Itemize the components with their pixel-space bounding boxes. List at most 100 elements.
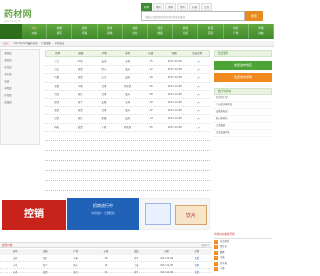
category-item[interactable]: · 皮类 bbox=[1, 78, 39, 85]
nav-group[interactable]: 供求 资讯 bbox=[47, 24, 73, 39]
trend-chart-icon[interactable]: ↗ bbox=[186, 74, 210, 81]
table-row[interactable]: 白芷 统货 四川 亳州 12 2017-12-08 ↗ bbox=[45, 66, 210, 75]
nav-link[interactable]: 价格 bbox=[32, 32, 37, 36]
nav-link[interactable]: 分析 bbox=[183, 32, 188, 36]
category-item[interactable]: · 根茎类 bbox=[1, 50, 39, 57]
cell-name[interactable]: 黄芪 bbox=[45, 107, 69, 114]
trend-chart-icon[interactable]: ↗ bbox=[186, 115, 210, 122]
notice-link[interactable]: 行情通知 bbox=[41, 42, 51, 45]
cell-name[interactable]: 当归 bbox=[45, 91, 69, 98]
search-tab[interactable]: 资讯 bbox=[177, 3, 189, 11]
cell-name[interactable]: 枸杞 bbox=[45, 124, 69, 131]
list-item[interactable]: 河北安国药业 bbox=[214, 130, 272, 137]
table-row[interactable]: 当归 统片 甘肃 亳州 68 2017-12-08 ↗ bbox=[45, 91, 210, 99]
nav-link[interactable]: 资讯 bbox=[57, 32, 62, 36]
nav-group[interactable]: 药市 基地 bbox=[98, 24, 123, 39]
rank-badge: 1 bbox=[214, 240, 218, 244]
table-row[interactable]: 山药 统片 河南 28 持平 2017-12-08 查看 bbox=[0, 255, 212, 262]
publish-demand-button[interactable]: 免费发布求购 bbox=[214, 73, 272, 82]
cell-name[interactable]: 白术 bbox=[0, 269, 30, 274]
cell-name[interactable]: 山药 bbox=[0, 255, 30, 261]
table-row[interactable]: 党参 中条 甘肃 荷花池 56 2017-12-08 ↗ bbox=[45, 83, 210, 91]
column-header: 产地 bbox=[101, 52, 107, 55]
trend-chart-icon[interactable]: ↗ bbox=[186, 124, 210, 131]
cell-name[interactable]: 党参 bbox=[45, 83, 69, 90]
trend-chart-icon[interactable]: ↗ bbox=[186, 66, 210, 73]
cell-name[interactable]: 三七 bbox=[45, 58, 69, 65]
nav-link[interactable]: 基地 bbox=[107, 32, 112, 36]
cell-name[interactable]: 丹参 bbox=[45, 74, 69, 81]
publish-supply-button[interactable]: 免费发布供应 bbox=[214, 61, 272, 70]
nav-link[interactable]: 健康 bbox=[158, 32, 163, 36]
nav-group[interactable]: 市场 动态 bbox=[249, 24, 275, 39]
cell-spec: 统货 bbox=[77, 125, 83, 129]
trend-chart-icon[interactable]: ↗ bbox=[186, 99, 210, 106]
promo-banner[interactable]: 控销 bbox=[2, 200, 66, 230]
category-item[interactable]: · 全草类 bbox=[1, 64, 39, 71]
table-row[interactable]: 甘草 统片 新疆 安国 14 2017-12-08 ↗ bbox=[45, 115, 210, 124]
table-row[interactable]: 黄芪 统货 甘肃 亳州 22 2017-12-08 ↗ bbox=[45, 107, 210, 116]
nav-link[interactable]: 企业 bbox=[132, 32, 137, 36]
list-item[interactable]: 北京同仁堂 bbox=[214, 95, 272, 102]
table-row[interactable]: 茯苓 统个 安徽 玉林 20 2017-12-08 ↗ bbox=[45, 99, 210, 108]
search-tab[interactable]: 药材 bbox=[141, 3, 153, 11]
site-logo[interactable]: 药材网 yaocai.com bbox=[4, 7, 48, 23]
product-banner[interactable]: 饮片 bbox=[140, 198, 210, 230]
table-row[interactable]: 川芎 统个 四川 16 上涨 2017-12-08 查看 bbox=[0, 262, 212, 269]
trend-chart-icon[interactable]: ↗ bbox=[186, 83, 210, 90]
nav-link[interactable]: 百科 bbox=[208, 32, 213, 36]
search-input[interactable]: 请输入您要搜索的中药名称或关键词 bbox=[141, 11, 245, 21]
cell-name[interactable]: 甘草 bbox=[45, 115, 69, 122]
cell-origin: 宁夏 bbox=[101, 125, 107, 129]
nav-link[interactable]: 产地 bbox=[233, 32, 238, 36]
nav-link[interactable]: 动态 bbox=[258, 32, 263, 36]
search-button[interactable]: 搜索 bbox=[245, 11, 263, 21]
category-item[interactable]: · 矿物类 bbox=[1, 92, 39, 99]
nav-group[interactable]: 药材 价格 bbox=[22, 24, 48, 39]
list-item[interactable]: 江西樟树 bbox=[214, 123, 272, 130]
list-item[interactable]: 安徽协和成 bbox=[214, 109, 272, 116]
home-icon[interactable] bbox=[0, 24, 22, 39]
divider bbox=[45, 180, 210, 181]
cell-price: 45 bbox=[149, 125, 153, 129]
cell-price: 68 bbox=[149, 92, 153, 96]
search-tab[interactable]: 价格 bbox=[189, 3, 201, 11]
ranking-item[interactable]: 6 人参 bbox=[214, 266, 272, 272]
cell-name[interactable]: 川芎 bbox=[0, 262, 30, 268]
search-tab[interactable]: 供应 bbox=[153, 3, 165, 11]
search-tab[interactable]: 求购 bbox=[165, 3, 177, 11]
rank-badge: 5 bbox=[214, 261, 218, 266]
cell-name[interactable]: 白芷 bbox=[45, 66, 69, 73]
table-row[interactable]: 白术 统货 浙江 26 持平 2017-12-08 查看 bbox=[0, 269, 212, 274]
cell-spec: 统片 bbox=[77, 117, 83, 121]
detail-link[interactable]: 查看 bbox=[182, 255, 212, 261]
trend-chart-icon[interactable]: ↗ bbox=[186, 107, 210, 114]
table-row[interactable]: 枸杞 统货 宁夏 荷花池 45 2017-12-08 ↗ bbox=[45, 124, 210, 132]
nav-group[interactable]: 药材 分析 bbox=[173, 24, 199, 39]
ad-banner[interactable]: 招商进行中 中药饮片 · 全国招商 bbox=[67, 198, 139, 230]
notice-link[interactable]: 市场直击 bbox=[55, 42, 65, 45]
nav-group[interactable]: 交易 企业 bbox=[123, 24, 149, 39]
category-item[interactable]: · 动物类 bbox=[1, 85, 39, 92]
ranking-label: 西红花 bbox=[220, 245, 227, 249]
cell-date: 2017-12-08 bbox=[167, 109, 182, 113]
search-tab[interactable]: 企业 bbox=[201, 3, 213, 11]
nav-group[interactable]: 名词 百科 bbox=[198, 24, 224, 39]
list-item[interactable]: 广州采芝林药业 bbox=[214, 102, 272, 109]
table-row[interactable]: 丹参 统货 山东 安国 18 2017-12-08 ↗ bbox=[45, 74, 210, 83]
category-item[interactable]: · 果实类 bbox=[1, 57, 39, 64]
list-item[interactable]: 四川新荷花 bbox=[214, 116, 272, 123]
nav-group[interactable]: 商务 行情 bbox=[72, 24, 98, 39]
trend-chart-icon[interactable]: ↗ bbox=[186, 58, 210, 65]
nav-group[interactable]: 中药 产地 bbox=[224, 24, 249, 39]
notice-link[interactable]: 2017年12月最新价格 bbox=[14, 42, 37, 45]
detail-link[interactable]: 查看 bbox=[182, 262, 212, 268]
detail-link[interactable]: 查看 bbox=[182, 269, 212, 274]
category-item[interactable]: · 花叶类 bbox=[1, 71, 39, 78]
trend-chart-icon[interactable]: ↗ bbox=[186, 91, 210, 98]
table-row[interactable]: 三七 20头 云南 玉林 75 2017-12-08 ↗ bbox=[45, 58, 210, 67]
nav-link[interactable]: 行情 bbox=[82, 32, 87, 36]
category-item[interactable]: · 菌藻类 bbox=[1, 99, 39, 106]
cell-name[interactable]: 茯苓 bbox=[45, 99, 69, 106]
nav-group[interactable]: 药企 健康 bbox=[148, 24, 174, 39]
